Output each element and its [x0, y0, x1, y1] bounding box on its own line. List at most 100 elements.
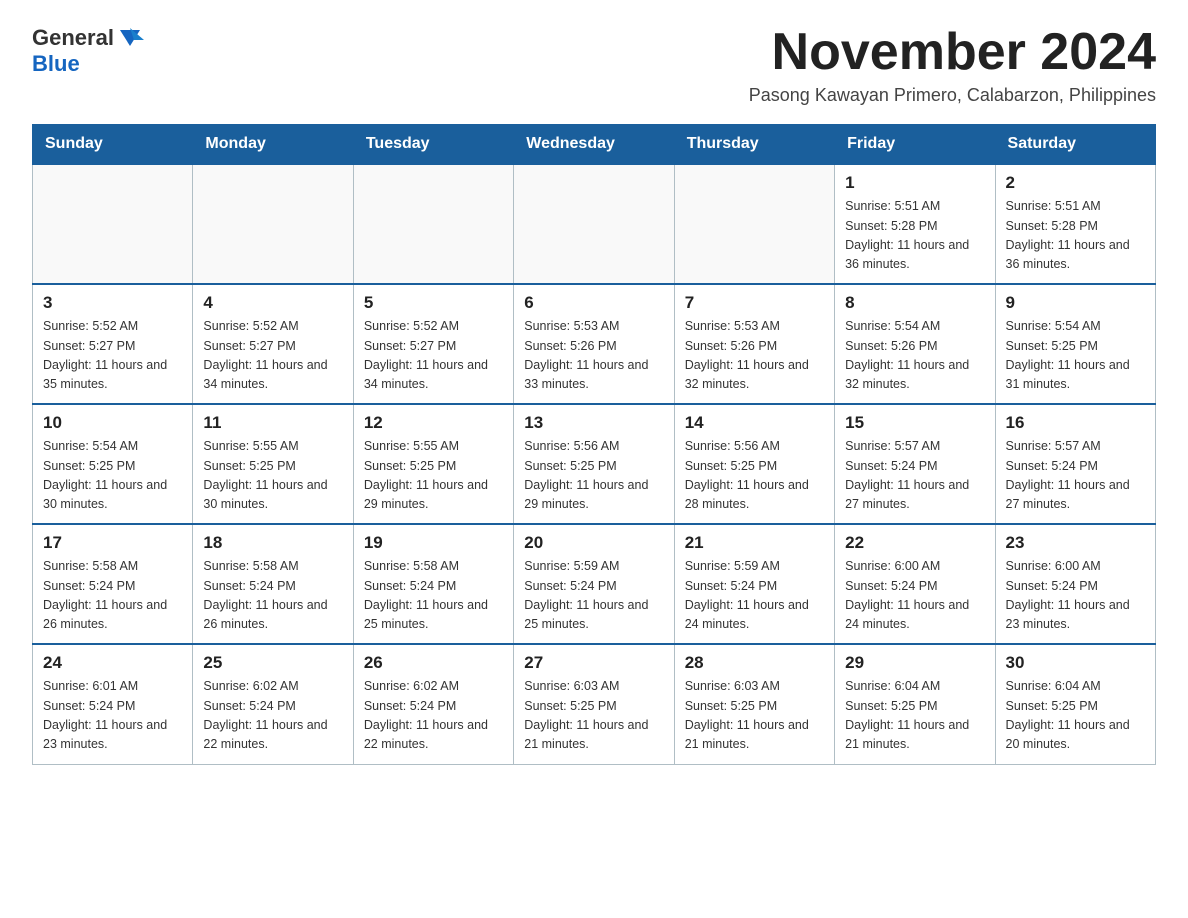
subtitle: Pasong Kawayan Primero, Calabarzon, Phil… — [749, 85, 1156, 106]
day-info: Sunrise: 5:52 AMSunset: 5:27 PMDaylight:… — [43, 319, 167, 391]
calendar-week-3: 10 Sunrise: 5:54 AMSunset: 5:25 PMDayligh… — [33, 404, 1156, 524]
day-info: Sunrise: 5:56 AMSunset: 5:25 PMDaylight:… — [685, 439, 809, 511]
day-number: 24 — [43, 653, 182, 673]
day-number: 6 — [524, 293, 663, 313]
day-info: Sunrise: 5:54 AMSunset: 5:25 PMDaylight:… — [1006, 319, 1130, 391]
calendar-week-1: 1 Sunrise: 5:51 AMSunset: 5:28 PMDaylight… — [33, 164, 1156, 284]
day-of-week-monday: Monday — [193, 125, 353, 165]
day-of-week-sunday: Sunday — [33, 125, 193, 165]
day-number: 1 — [845, 173, 984, 193]
calendar-cell: 5 Sunrise: 5:52 AMSunset: 5:27 PMDaylight… — [353, 284, 513, 404]
day-of-week-wednesday: Wednesday — [514, 125, 674, 165]
calendar-cell — [514, 164, 674, 284]
day-number: 16 — [1006, 413, 1145, 433]
calendar-cell: 27 Sunrise: 6:03 AMSunset: 5:25 PMDayligh… — [514, 644, 674, 764]
day-info: Sunrise: 5:54 AMSunset: 5:25 PMDaylight:… — [43, 439, 167, 511]
calendar-cell: 4 Sunrise: 5:52 AMSunset: 5:27 PMDaylight… — [193, 284, 353, 404]
day-info: Sunrise: 5:57 AMSunset: 5:24 PMDaylight:… — [1006, 439, 1130, 511]
calendar-cell: 19 Sunrise: 5:58 AMSunset: 5:24 PMDayligh… — [353, 524, 513, 644]
calendar-cell: 16 Sunrise: 5:57 AMSunset: 5:24 PMDayligh… — [995, 404, 1155, 524]
calendar-cell: 18Sunrise: 5:58 AMSunset: 5:24 PMDayligh… — [193, 524, 353, 644]
calendar-week-4: 17 Sunrise: 5:58 AMSunset: 5:24 PMDayligh… — [33, 524, 1156, 644]
calendar-cell: 13 Sunrise: 5:56 AMSunset: 5:25 PMDayligh… — [514, 404, 674, 524]
title-block: November 2024 Pasong Kawayan Primero, Ca… — [749, 24, 1156, 106]
day-info: Sunrise: 5:52 AMSunset: 5:27 PMDaylight:… — [203, 319, 327, 391]
day-number: 11 — [203, 413, 342, 433]
day-number: 14 — [685, 413, 824, 433]
day-number: 5 — [364, 293, 503, 313]
day-info: Sunrise: 5:53 AMSunset: 5:26 PMDaylight:… — [524, 319, 648, 391]
calendar-cell: 29 Sunrise: 6:04 AMSunset: 5:25 PMDayligh… — [835, 644, 995, 764]
day-number: 4 — [203, 293, 342, 313]
day-info: Sunrise: 5:51 AMSunset: 5:28 PMDaylight:… — [845, 199, 969, 271]
calendar-cell: 12Sunrise: 5:55 AMSunset: 5:25 PMDayligh… — [353, 404, 513, 524]
calendar-cell — [193, 164, 353, 284]
day-of-week-saturday: Saturday — [995, 125, 1155, 165]
calendar-cell: 24Sunrise: 6:01 AMSunset: 5:24 PMDayligh… — [33, 644, 193, 764]
calendar-cell: 8Sunrise: 5:54 AMSunset: 5:26 PMDaylight… — [835, 284, 995, 404]
logo: General Blue — [32, 24, 144, 76]
day-number: 13 — [524, 413, 663, 433]
calendar-cell: 14 Sunrise: 5:56 AMSunset: 5:25 PMDayligh… — [674, 404, 834, 524]
day-number: 17 — [43, 533, 182, 553]
day-number: 15 — [845, 413, 984, 433]
logo-general: General — [32, 26, 114, 50]
day-number: 10 — [43, 413, 182, 433]
day-info: Sunrise: 6:00 AMSunset: 5:24 PMDaylight:… — [845, 559, 969, 631]
calendar-cell: 11Sunrise: 5:55 AMSunset: 5:25 PMDayligh… — [193, 404, 353, 524]
day-info: Sunrise: 5:55 AMSunset: 5:25 PMDaylight:… — [364, 439, 488, 511]
day-of-week-tuesday: Tuesday — [353, 125, 513, 165]
day-info: Sunrise: 5:59 AMSunset: 5:24 PMDaylight:… — [685, 559, 809, 631]
day-number: 9 — [1006, 293, 1145, 313]
day-info: Sunrise: 5:58 AMSunset: 5:24 PMDaylight:… — [364, 559, 488, 631]
calendar-cell: 10 Sunrise: 5:54 AMSunset: 5:25 PMDayligh… — [33, 404, 193, 524]
page-header: General Blue November 2024 Pasong Kawaya… — [32, 24, 1156, 106]
day-number: 7 — [685, 293, 824, 313]
calendar-cell — [33, 164, 193, 284]
day-number: 3 — [43, 293, 182, 313]
calendar-table: SundayMondayTuesdayWednesdayThursdayFrid… — [32, 124, 1156, 765]
calendar-cell: 6 Sunrise: 5:53 AMSunset: 5:26 PMDaylight… — [514, 284, 674, 404]
calendar-cell: 1 Sunrise: 5:51 AMSunset: 5:28 PMDaylight… — [835, 164, 995, 284]
calendar-cell: 26Sunrise: 6:02 AMSunset: 5:24 PMDayligh… — [353, 644, 513, 764]
calendar-cell: 20Sunrise: 5:59 AMSunset: 5:24 PMDayligh… — [514, 524, 674, 644]
day-number: 27 — [524, 653, 663, 673]
day-info: Sunrise: 5:52 AMSunset: 5:27 PMDaylight:… — [364, 319, 488, 391]
day-number: 19 — [364, 533, 503, 553]
day-info: Sunrise: 5:57 AMSunset: 5:24 PMDaylight:… — [845, 439, 969, 511]
day-number: 28 — [685, 653, 824, 673]
calendar-cell: 30 Sunrise: 6:04 AMSunset: 5:25 PMDayligh… — [995, 644, 1155, 764]
calendar-cell: 9 Sunrise: 5:54 AMSunset: 5:25 PMDaylight… — [995, 284, 1155, 404]
calendar-cell: 2Sunrise: 5:51 AMSunset: 5:28 PMDaylight… — [995, 164, 1155, 284]
calendar-week-2: 3 Sunrise: 5:52 AMSunset: 5:27 PMDaylight… — [33, 284, 1156, 404]
calendar-cell: 17 Sunrise: 5:58 AMSunset: 5:24 PMDayligh… — [33, 524, 193, 644]
calendar-cell: 22 Sunrise: 6:00 AMSunset: 5:24 PMDayligh… — [835, 524, 995, 644]
day-number: 8 — [845, 293, 984, 313]
day-info: Sunrise: 5:59 AMSunset: 5:24 PMDaylight:… — [524, 559, 648, 631]
calendar-week-5: 24Sunrise: 6:01 AMSunset: 5:24 PMDayligh… — [33, 644, 1156, 764]
day-number: 22 — [845, 533, 984, 553]
day-number: 29 — [845, 653, 984, 673]
month-title: November 2024 — [749, 24, 1156, 81]
calendar-cell — [674, 164, 834, 284]
day-of-week-friday: Friday — [835, 125, 995, 165]
day-info: Sunrise: 6:04 AMSunset: 5:25 PMDaylight:… — [845, 679, 969, 751]
calendar-cell: 3 Sunrise: 5:52 AMSunset: 5:27 PMDaylight… — [33, 284, 193, 404]
day-info: Sunrise: 5:56 AMSunset: 5:25 PMDaylight:… — [524, 439, 648, 511]
calendar-cell: 15 Sunrise: 5:57 AMSunset: 5:24 PMDayligh… — [835, 404, 995, 524]
day-number: 21 — [685, 533, 824, 553]
day-info: Sunrise: 5:58 AMSunset: 5:24 PMDaylight:… — [203, 559, 327, 631]
calendar-cell: 23Sunrise: 6:00 AMSunset: 5:24 PMDayligh… — [995, 524, 1155, 644]
calendar-header-row: SundayMondayTuesdayWednesdayThursdayFrid… — [33, 125, 1156, 165]
day-number: 30 — [1006, 653, 1145, 673]
day-info: Sunrise: 5:58 AMSunset: 5:24 PMDaylight:… — [43, 559, 167, 631]
calendar-cell: 28Sunrise: 6:03 AMSunset: 5:25 PMDayligh… — [674, 644, 834, 764]
day-number: 25 — [203, 653, 342, 673]
day-info: Sunrise: 5:53 AMSunset: 5:26 PMDaylight:… — [685, 319, 809, 391]
calendar-cell: 25Sunrise: 6:02 AMSunset: 5:24 PMDayligh… — [193, 644, 353, 764]
day-number: 23 — [1006, 533, 1145, 553]
day-of-week-thursday: Thursday — [674, 125, 834, 165]
day-info: Sunrise: 5:51 AMSunset: 5:28 PMDaylight:… — [1006, 199, 1130, 271]
day-info: Sunrise: 6:03 AMSunset: 5:25 PMDaylight:… — [524, 679, 648, 751]
day-info: Sunrise: 6:04 AMSunset: 5:25 PMDaylight:… — [1006, 679, 1130, 751]
